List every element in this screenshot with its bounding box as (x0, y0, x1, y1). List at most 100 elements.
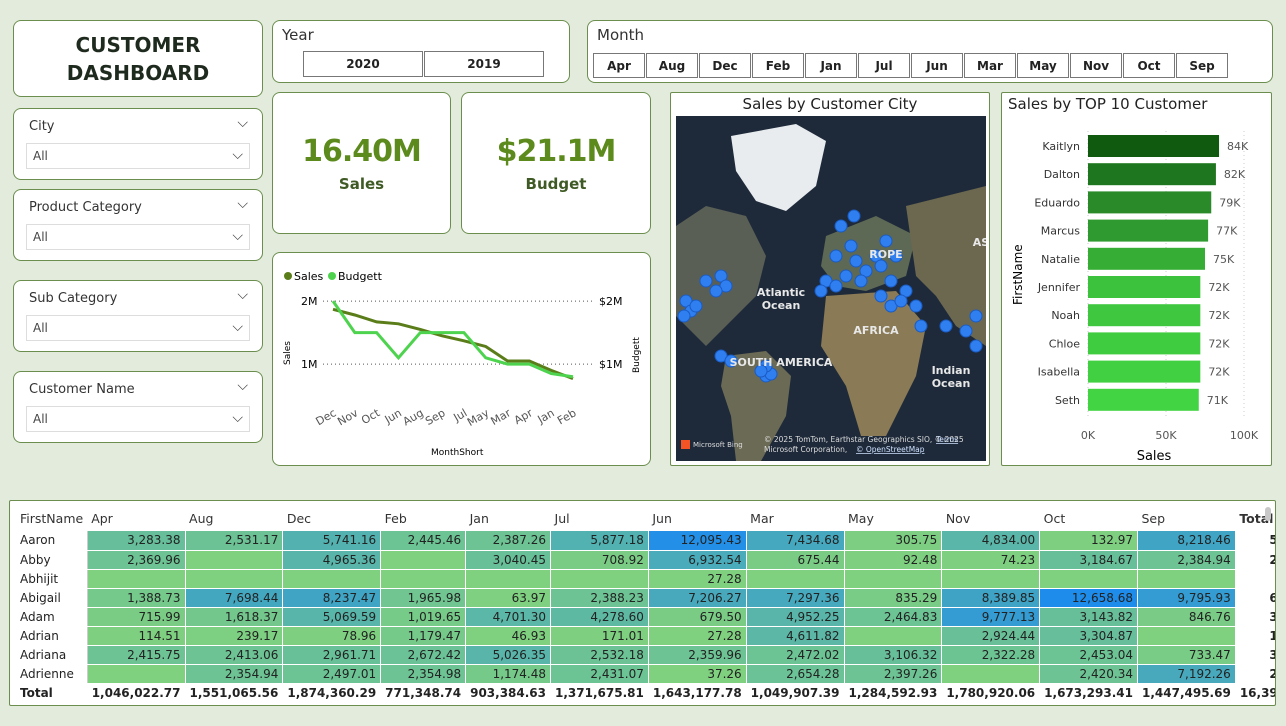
city-dot[interactable] (909, 299, 923, 313)
column-header-oct[interactable]: Oct (1040, 505, 1138, 531)
row-total-cell: 55,286.90 (1235, 531, 1275, 551)
bar-marcus[interactable] (1088, 219, 1209, 242)
city-dot[interactable] (814, 284, 828, 298)
product-category-dropdown[interactable]: All ⌵ (26, 224, 250, 250)
table-row[interactable]: Abhijit 27.28 27.28 (16, 569, 1275, 589)
table-row[interactable]: Adam 715.99 1,618.37 5,069.59 1,019.65 4,701.… (16, 607, 1275, 627)
column-header-jun[interactable]: Jun (648, 505, 746, 531)
column-header-apr[interactable]: Apr (87, 505, 185, 531)
budget-kpi-value: $21.1M (496, 133, 617, 169)
column-header-may[interactable]: May (844, 505, 942, 531)
city-dot[interactable] (969, 339, 983, 353)
chevron-down-icon[interactable]: ⌵ (237, 287, 248, 303)
month-button-nov[interactable]: Nov (1070, 53, 1122, 78)
bar-noah[interactable] (1088, 304, 1201, 327)
month-button-dec[interactable]: Dec (699, 53, 751, 78)
bar-eduardo[interactable] (1088, 191, 1212, 214)
table-row[interactable]: Aaron 3,283.38 2,531.17 5,741.16 2,445.46 2,3… (16, 531, 1275, 551)
month-button-may[interactable]: May (1017, 53, 1069, 78)
column-header-jan[interactable]: Jan (466, 505, 551, 531)
city-dot[interactable] (829, 279, 843, 293)
month-button-sep[interactable]: Sep (1176, 53, 1228, 78)
bar-dalton[interactable] (1088, 163, 1216, 186)
year-button-2020[interactable]: 2020 (303, 51, 423, 77)
city-dot[interactable] (839, 269, 853, 283)
bar-chloe[interactable] (1088, 332, 1201, 355)
month-button-feb[interactable]: Feb (752, 53, 804, 78)
value-cell: 4,834.00 (941, 531, 1041, 551)
month-button-aug[interactable]: Aug (646, 53, 698, 78)
city-dot[interactable] (879, 234, 893, 248)
row-total-cell: 39,267.79 (1235, 607, 1275, 627)
total-cell: 1,046,022.77 (87, 682, 186, 703)
column-header-firstname[interactable]: FirstName (16, 505, 87, 531)
column-header-jul[interactable]: Jul (551, 505, 649, 531)
value-cell: 27.28 (648, 626, 747, 646)
city-dot[interactable] (874, 259, 888, 273)
column-header-dec[interactable]: Dec (283, 505, 381, 531)
month-button-mar[interactable]: Mar (964, 53, 1016, 78)
dropdown-value: All (33, 230, 48, 244)
bar-jennifer[interactable] (1088, 276, 1201, 298)
bar-isabella[interactable] (1088, 360, 1201, 383)
value-cell: 2,531.17 (185, 531, 284, 551)
column-header-feb[interactable]: Feb (381, 505, 466, 531)
world-map[interactable]: Atlantic Ocean AFRICA SOUTH AMERICA Indian Oc… (676, 116, 986, 461)
table-row[interactable]: Abby 2,369.96 4,965.36 3,040.45 708.92 6,932.… (16, 550, 1275, 570)
city-slicer[interactable]: City ⌵ All ⌵ (13, 108, 263, 180)
value-cell: 92.48 (844, 550, 943, 570)
city-dot[interactable] (939, 319, 953, 333)
city-dot[interactable] (914, 319, 928, 333)
city-dot[interactable] (854, 274, 868, 288)
legend-sales-marker (284, 272, 292, 280)
sub-category-slicer[interactable]: Sub Category ⌵ All ⌵ (13, 280, 263, 352)
table-row[interactable]: Abigail 1,388.73 7,698.44 8,237.47 1,965.98 6… (16, 588, 1275, 608)
row-total-cell: 67,926.20 (1235, 588, 1275, 608)
column-header-mar[interactable]: Mar (746, 505, 844, 531)
value-cell: 2,472.02 (746, 645, 845, 665)
customer-name-dropdown[interactable]: All ⌵ (26, 406, 250, 432)
column-header-nov[interactable]: Nov (942, 505, 1040, 531)
city-dot[interactable] (844, 239, 858, 253)
month-button-oct[interactable]: Oct (1123, 53, 1175, 78)
bar-natalie[interactable] (1088, 247, 1205, 270)
value-cell: 2,453.04 (1039, 645, 1138, 665)
city-dot[interactable] (849, 254, 863, 268)
city-dot[interactable] (834, 219, 848, 233)
city-dot[interactable] (969, 309, 983, 323)
bar-kaitlyn[interactable] (1088, 135, 1220, 157)
city-dot[interactable] (709, 284, 723, 298)
city-dot[interactable] (847, 209, 861, 223)
city-dot[interactable] (894, 294, 908, 308)
city-dot[interactable] (677, 309, 691, 323)
table-row[interactable]: Adrienne 2,354.94 2,497.01 2,354.98 1,174.48… (16, 664, 1275, 684)
city-dot[interactable] (689, 299, 703, 313)
city-dot[interactable] (829, 249, 843, 263)
chevron-down-icon[interactable]: ⌵ (237, 378, 248, 394)
city-dot[interactable] (874, 289, 888, 303)
month-button-jun[interactable]: Jun (911, 53, 963, 78)
chevron-down-icon[interactable]: ⌵ (237, 196, 248, 212)
column-header-sep[interactable]: Sep (1137, 505, 1235, 531)
month-button-apr[interactable]: Apr (593, 53, 645, 78)
city-dot[interactable] (959, 324, 973, 338)
value-cell (1039, 569, 1138, 589)
year-button-2019[interactable]: 2019 (424, 51, 544, 77)
table-scrollbar[interactable] (1265, 507, 1271, 521)
sub-category-dropdown[interactable]: All ⌵ (26, 315, 250, 341)
y-tick-label: 1M (301, 358, 318, 371)
city-dot[interactable] (699, 274, 713, 288)
customer-name-slicer[interactable]: Customer Name ⌵ All ⌵ (13, 371, 263, 443)
table-row[interactable]: Adriana 2,415.75 2,413.06 2,961.71 2,672.42 5… (16, 645, 1275, 665)
chevron-down-icon[interactable]: ⌵ (237, 115, 248, 131)
month-button-jan[interactable]: Jan (805, 53, 857, 78)
column-header-aug[interactable]: Aug (185, 505, 283, 531)
month-button-jul[interactable]: Jul (858, 53, 910, 78)
city-dot[interactable] (884, 274, 898, 288)
budget-kpi-caption: Budget (525, 174, 587, 193)
value-cell: 4,965.36 (282, 550, 382, 570)
city-dropdown[interactable]: All ⌵ (26, 143, 250, 169)
table-row[interactable]: Adrian 114.51 239.17 78.96 1,179.47 46.93 171.… (16, 626, 1275, 646)
product-category-slicer[interactable]: Product Category ⌵ All ⌵ (13, 189, 263, 261)
bar-seth[interactable] (1088, 388, 1199, 411)
